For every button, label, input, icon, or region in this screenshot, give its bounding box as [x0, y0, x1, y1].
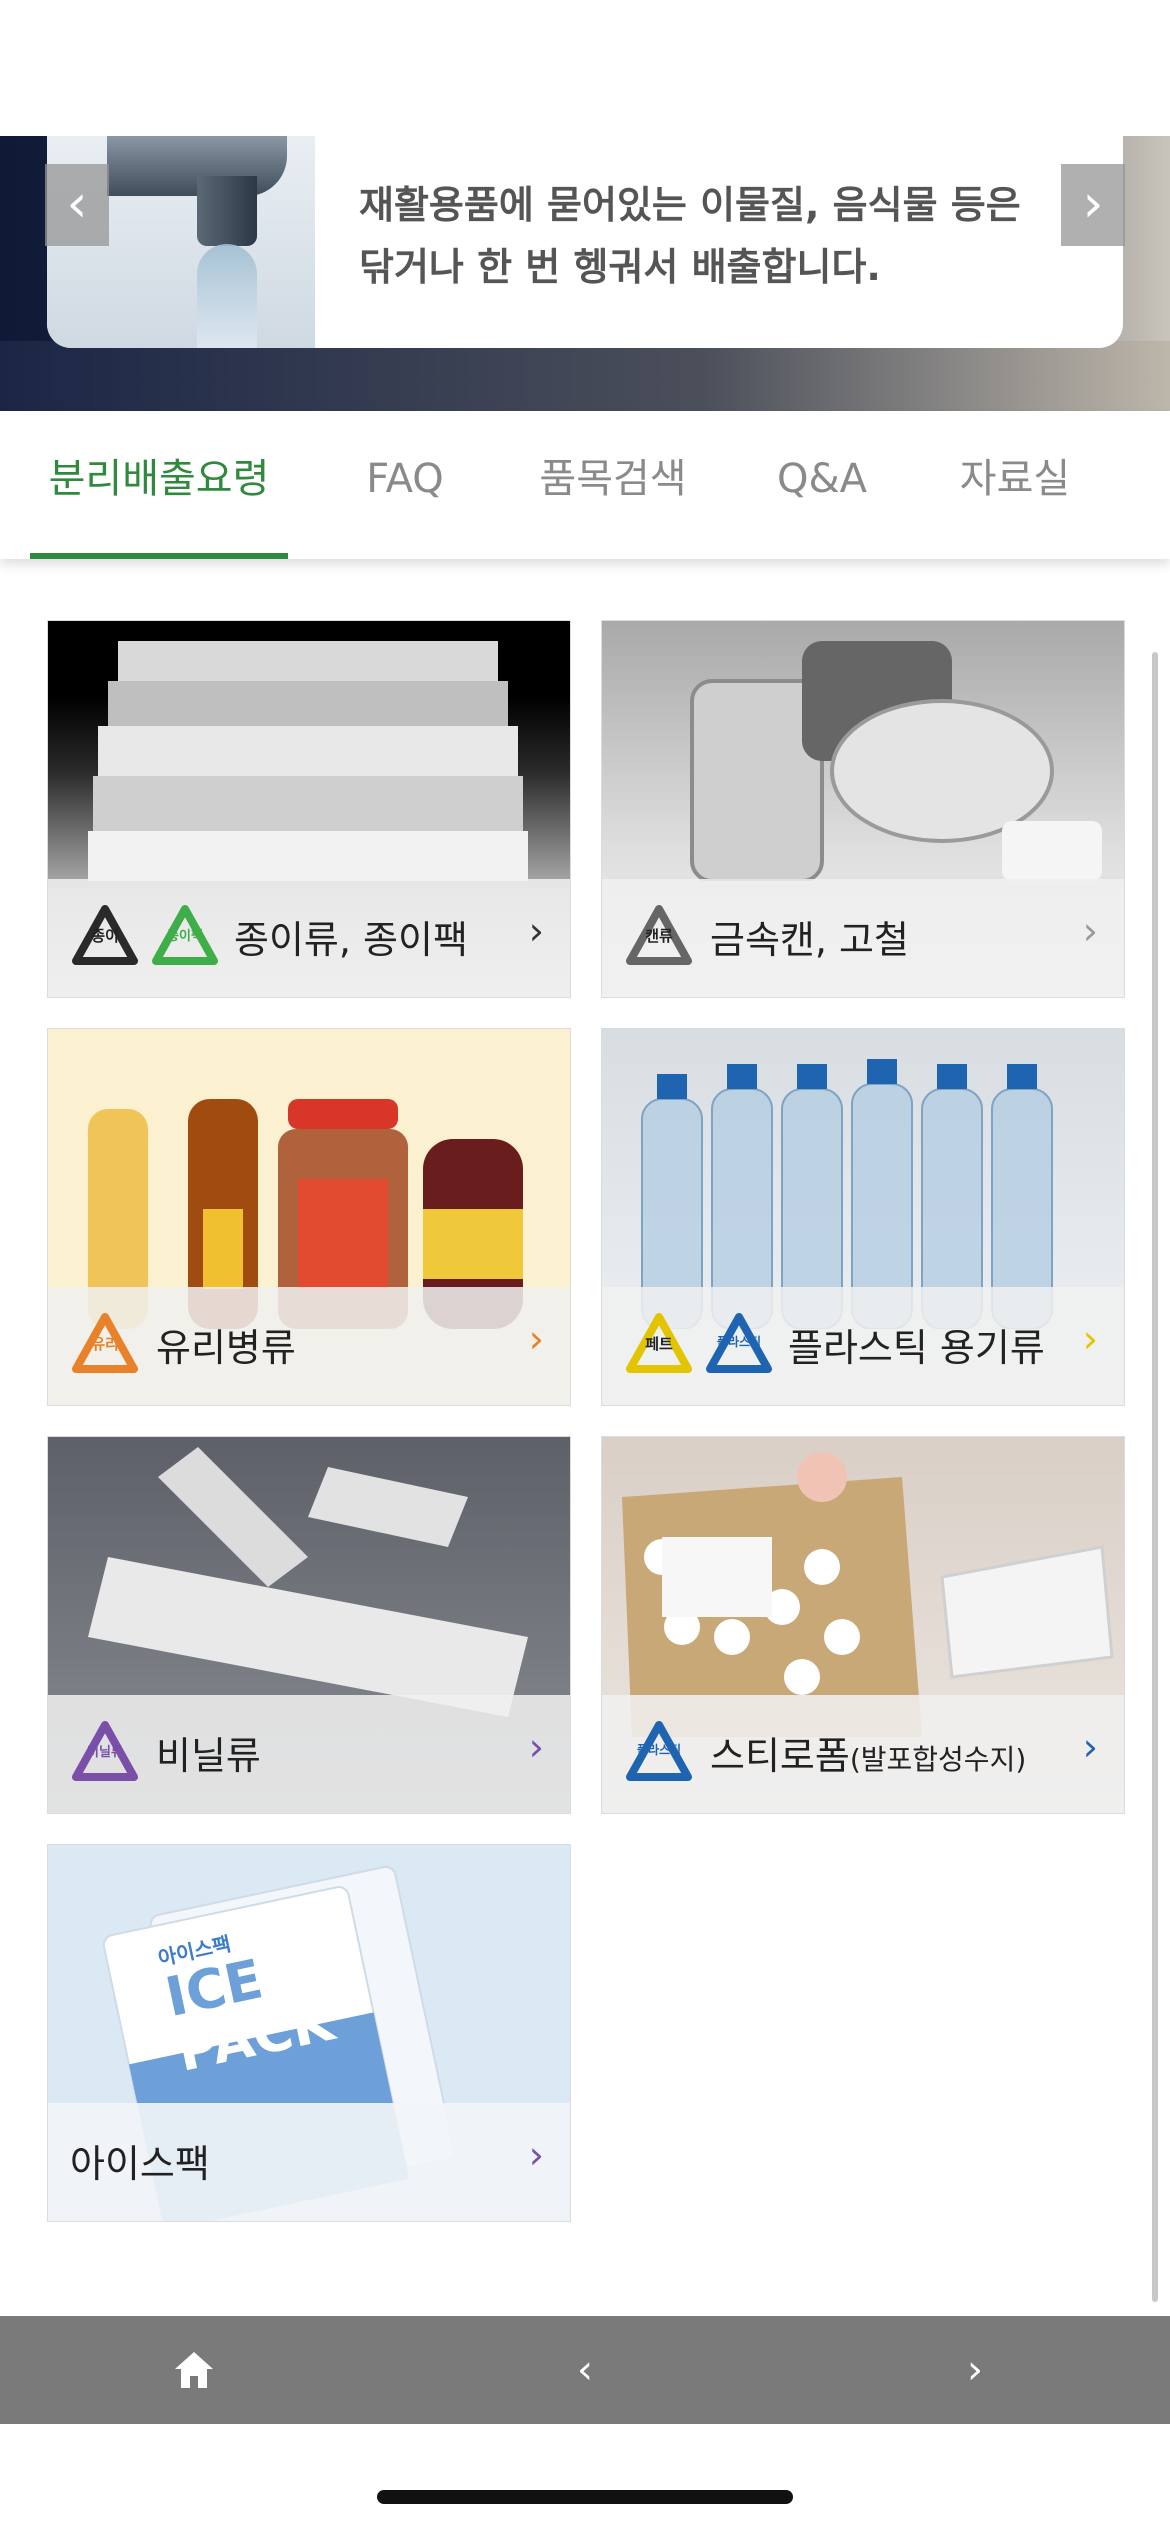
chevron-left-icon: ‹ [66, 174, 88, 234]
recycle-pet-icon: 페트 [624, 1311, 694, 1381]
chevron-right-icon: › [1082, 1317, 1098, 1361]
category-label-bar: 페트 플라스틱 플라스틱 용기류 › [602, 1287, 1124, 1405]
recycle-paper-pack-icon: 종이팩 [150, 903, 220, 973]
banner: 재활용품에 묻어있는 이물질, 음식물 등은 닦거나 한 번 헹궈서 배출합니다… [0, 136, 1170, 411]
category-card-plastic[interactable]: 페트 플라스틱 플라스틱 용기류 › [601, 1028, 1125, 1406]
category-label-bar: 캔류 금속캔, 고철 › [602, 879, 1124, 997]
tab-separation-guide[interactable]: 분리배출요령 [30, 411, 288, 559]
chevron-right-icon: › [1082, 1725, 1098, 1769]
banner-next-button[interactable]: › [1061, 164, 1125, 246]
home-indicator [377, 2490, 793, 2504]
back-button[interactable]: ‹ [535, 2334, 635, 2406]
bottom-nav: ‹ › [0, 2316, 1170, 2424]
tab-bar: 분리배출요령 FAQ 품목검색 Q&A 자료실 [0, 411, 1170, 559]
tab-item-search[interactable]: 품목검색 [520, 411, 706, 559]
metal-cans-image [690, 641, 1102, 881]
banner-card[interactable]: 재활용품에 묻어있는 이물질, 음식물 등은 닦거나 한 번 헹궈서 배출합니다… [47, 136, 1123, 348]
forward-button[interactable]: › [925, 2334, 1025, 2406]
scrollbar[interactable] [1152, 652, 1158, 2302]
category-card-vinyl[interactable]: 비닐류 비닐류 › [47, 1436, 571, 1814]
chevron-left-icon: ‹ [577, 2347, 593, 2393]
category-label: 유리병류 [156, 1326, 296, 1370]
tab-archive[interactable]: 자료실 [940, 411, 1090, 559]
newspaper-stack-image [88, 641, 528, 881]
chevron-right-icon: › [967, 2347, 983, 2393]
category-card-glass[interactable]: 유리 유리병류 › [47, 1028, 571, 1406]
category-label-bar: 플라스틱 스티로폼(발포합성수지) › [602, 1695, 1124, 1813]
category-label: 금속캔, 고철 [710, 918, 909, 962]
category-label-bar: 아이스팩 › [48, 2103, 570, 2221]
status-area [0, 0, 1170, 136]
category-card-styrofoam[interactable]: 플라스틱 스티로폼(발포합성수지) › [601, 1436, 1125, 1814]
category-label: 플라스틱 용기류 [788, 1326, 1045, 1370]
chevron-right-icon: › [1082, 909, 1098, 953]
category-label: 비닐류 [156, 1734, 261, 1778]
banner-prev-button[interactable]: ‹ [45, 164, 109, 246]
recycle-can-icon: 캔류 [624, 903, 694, 973]
chevron-right-icon: › [528, 1317, 544, 1361]
banner-text: 재활용품에 묻어있는 이물질, 음식물 등은 닦거나 한 번 헹궈서 배출합니다… [359, 183, 1021, 289]
recycle-plastic-icon: 플라스틱 [704, 1311, 774, 1381]
glass-bottles-image [88, 1099, 523, 1329]
styrofoam-box-image [622, 1452, 1114, 1737]
plastic-bottles-image [641, 1059, 1053, 1329]
category-label-bar: 유리 유리병류 › [48, 1287, 570, 1405]
chevron-right-icon: › [528, 2133, 544, 2177]
chevron-right-icon: › [528, 909, 544, 953]
recycle-glass-icon: 유리 [70, 1311, 140, 1381]
recycle-vinyl-icon: 비닐류 [70, 1719, 140, 1789]
home-button[interactable] [144, 2334, 244, 2406]
tab-faq[interactable]: FAQ [340, 411, 470, 559]
banner-background [0, 341, 1170, 411]
category-label-bar: 종이 종이팩 종이류, 종이팩 › [48, 879, 570, 997]
category-card-metal[interactable]: 캔류 금속캔, 고철 › [601, 620, 1125, 998]
category-label: 스티로폼(발포합성수지) [710, 1734, 1027, 1778]
chevron-right-icon: › [528, 1725, 544, 1769]
category-card-icepack[interactable]: 아이스팩 ICE PACK 아이스팩 › [47, 1844, 571, 2222]
plastic-bags-image [88, 1447, 528, 1717]
category-card-paper[interactable]: 종이 종이팩 종이류, 종이팩 › [47, 620, 571, 998]
recycle-plastic-icon: 플라스틱 [624, 1719, 694, 1789]
chevron-right-icon: › [1082, 174, 1104, 234]
tab-qna[interactable]: Q&A [760, 411, 884, 559]
category-label-bar: 비닐류 비닐류 › [48, 1695, 570, 1813]
home-icon [175, 2352, 213, 2388]
category-label: 아이스팩 [70, 2142, 210, 2186]
recycle-paper-icon: 종이 [70, 903, 140, 973]
category-label: 종이류, 종이팩 [234, 918, 468, 962]
